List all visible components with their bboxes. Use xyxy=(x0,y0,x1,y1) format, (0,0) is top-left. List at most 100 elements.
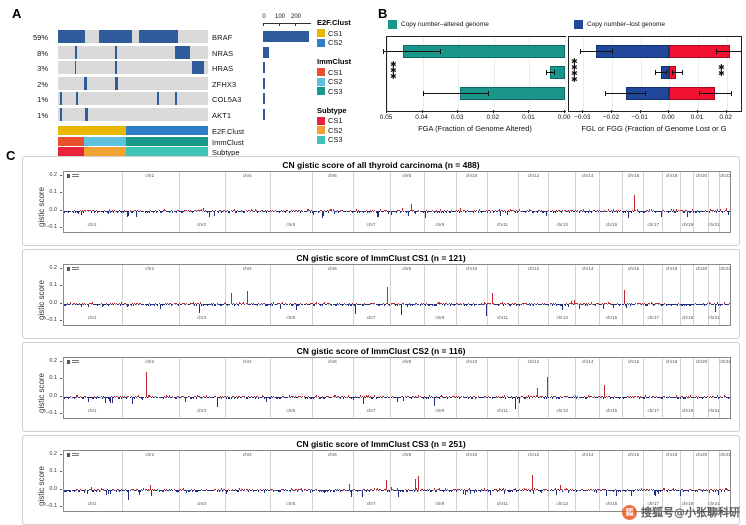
gistic-spike xyxy=(148,489,150,491)
y-tick-mark xyxy=(60,506,62,508)
gistic-spike xyxy=(639,489,641,492)
gistic-spike xyxy=(373,210,375,213)
gistic-spike xyxy=(719,396,721,399)
gistic-spike xyxy=(120,396,122,400)
gistic-spike xyxy=(594,303,596,306)
legend-item: CS2 xyxy=(317,126,347,135)
chromosome-label: chr10 xyxy=(465,452,478,457)
gistic-spike xyxy=(220,396,222,399)
fga-axis-title: FGA (Fraction of Genome Altered) xyxy=(418,124,532,133)
fgg-significance: ✱ ✱ xyxy=(718,63,725,78)
chromosome-label: chr21 xyxy=(708,408,720,413)
legend-swatch xyxy=(317,87,325,95)
gistic-spike xyxy=(571,489,573,491)
gistic-spike xyxy=(500,210,502,217)
legend-item: CS3 xyxy=(317,87,351,96)
onco-gene-label: COL5A3 xyxy=(212,95,242,104)
gistic-spike xyxy=(696,489,698,492)
gistic-spike xyxy=(383,210,385,212)
gistic-spike xyxy=(335,303,337,306)
axis-tick xyxy=(668,110,670,113)
legend-swatch xyxy=(317,135,325,144)
onco-track xyxy=(58,45,208,59)
gistic-spike xyxy=(390,396,392,398)
gistic-spike xyxy=(442,303,444,306)
gistic-spike xyxy=(596,396,598,398)
gistic-spike xyxy=(645,489,647,491)
gistic-spike xyxy=(544,396,546,400)
gistic-spike xyxy=(468,396,470,398)
gistic-spike xyxy=(482,489,484,491)
gistic-spike xyxy=(192,396,194,399)
onco-track xyxy=(58,107,208,121)
chromosome-separator xyxy=(225,358,227,418)
gistic-spike xyxy=(188,303,190,306)
annotation-segment xyxy=(125,126,208,135)
gistic-spike xyxy=(151,489,152,497)
chromosome-separator xyxy=(574,172,576,232)
gistic-panel-2: CN gistic score of ImmClust CS1 (n = 121… xyxy=(22,249,740,339)
gistic-spike xyxy=(369,303,371,305)
gistic-spike xyxy=(550,210,552,212)
chromosome-label: chr11 xyxy=(496,222,509,227)
gistic-spike xyxy=(631,210,633,213)
gistic-spike xyxy=(532,474,534,490)
gistic-spike xyxy=(216,396,218,408)
gistic-spike xyxy=(408,210,410,213)
legend-swatch xyxy=(574,20,583,29)
chromosome-separator xyxy=(574,358,576,418)
gistic-spike xyxy=(508,210,510,212)
chromosome-separator xyxy=(312,265,314,325)
axis-tick-label: 0.01 xyxy=(690,114,704,121)
gistic-spike xyxy=(530,303,532,306)
gistic-spike xyxy=(503,396,505,398)
gistic-spike xyxy=(522,489,524,491)
chromosome-label: chr17 xyxy=(647,315,660,320)
gistic-spike xyxy=(178,489,180,492)
gistic-spike xyxy=(653,303,655,306)
gistic-spike xyxy=(240,210,242,213)
gistic-spike xyxy=(562,396,564,399)
gistic-spike xyxy=(661,210,663,217)
gistic-spike xyxy=(417,396,419,398)
gistic-spike xyxy=(597,210,599,212)
onco-track xyxy=(58,92,208,105)
gistic-spike xyxy=(426,489,427,491)
gistic-spike xyxy=(110,396,112,403)
gistic-y-axis-label: gistic score xyxy=(37,186,46,227)
gistic-spike xyxy=(723,489,725,493)
gistic-spike xyxy=(728,489,730,492)
axis-tick xyxy=(639,110,641,113)
axis-tick xyxy=(611,110,612,113)
onco-gene-label: HRAS xyxy=(212,64,234,73)
panel-a: A 59% BRAF 8% NRAS 3% HRAS 2% ZFHX3 1% COL5A3 1% AK… xyxy=(0,0,380,158)
y-tick-mark xyxy=(60,209,62,211)
gistic-spike xyxy=(142,489,144,491)
gistic-spike xyxy=(246,210,248,212)
gistic-spike xyxy=(171,396,173,398)
axis-tick-label: 0.00 xyxy=(662,114,675,121)
gistic-spike xyxy=(728,396,730,399)
gistic-spike xyxy=(337,489,339,491)
gistic-spike xyxy=(617,210,619,214)
chromosome-label: chr22 xyxy=(719,452,731,457)
gistic-spike xyxy=(400,396,402,398)
chromosome-label: chr6 xyxy=(327,173,337,178)
gistic-spike xyxy=(519,396,521,403)
gistic-spike xyxy=(280,396,282,398)
gistic-spike xyxy=(361,489,363,497)
axis-tick xyxy=(697,110,698,113)
gistic-spike xyxy=(314,489,316,492)
gistic-spike xyxy=(93,396,94,399)
gistic-spike xyxy=(279,303,281,310)
gistic-spike xyxy=(123,303,125,306)
gistic-spike xyxy=(637,489,639,491)
chromosome-separator xyxy=(122,358,124,418)
gistic-spike xyxy=(226,396,228,400)
chromosome-label: chr7 xyxy=(366,408,376,413)
onco-mutation-cell xyxy=(115,61,117,74)
chromosome-separator xyxy=(352,172,354,232)
gistic-spike xyxy=(74,303,76,305)
gistic-spike xyxy=(506,210,508,215)
chromosome-label: chr2 xyxy=(145,266,155,271)
